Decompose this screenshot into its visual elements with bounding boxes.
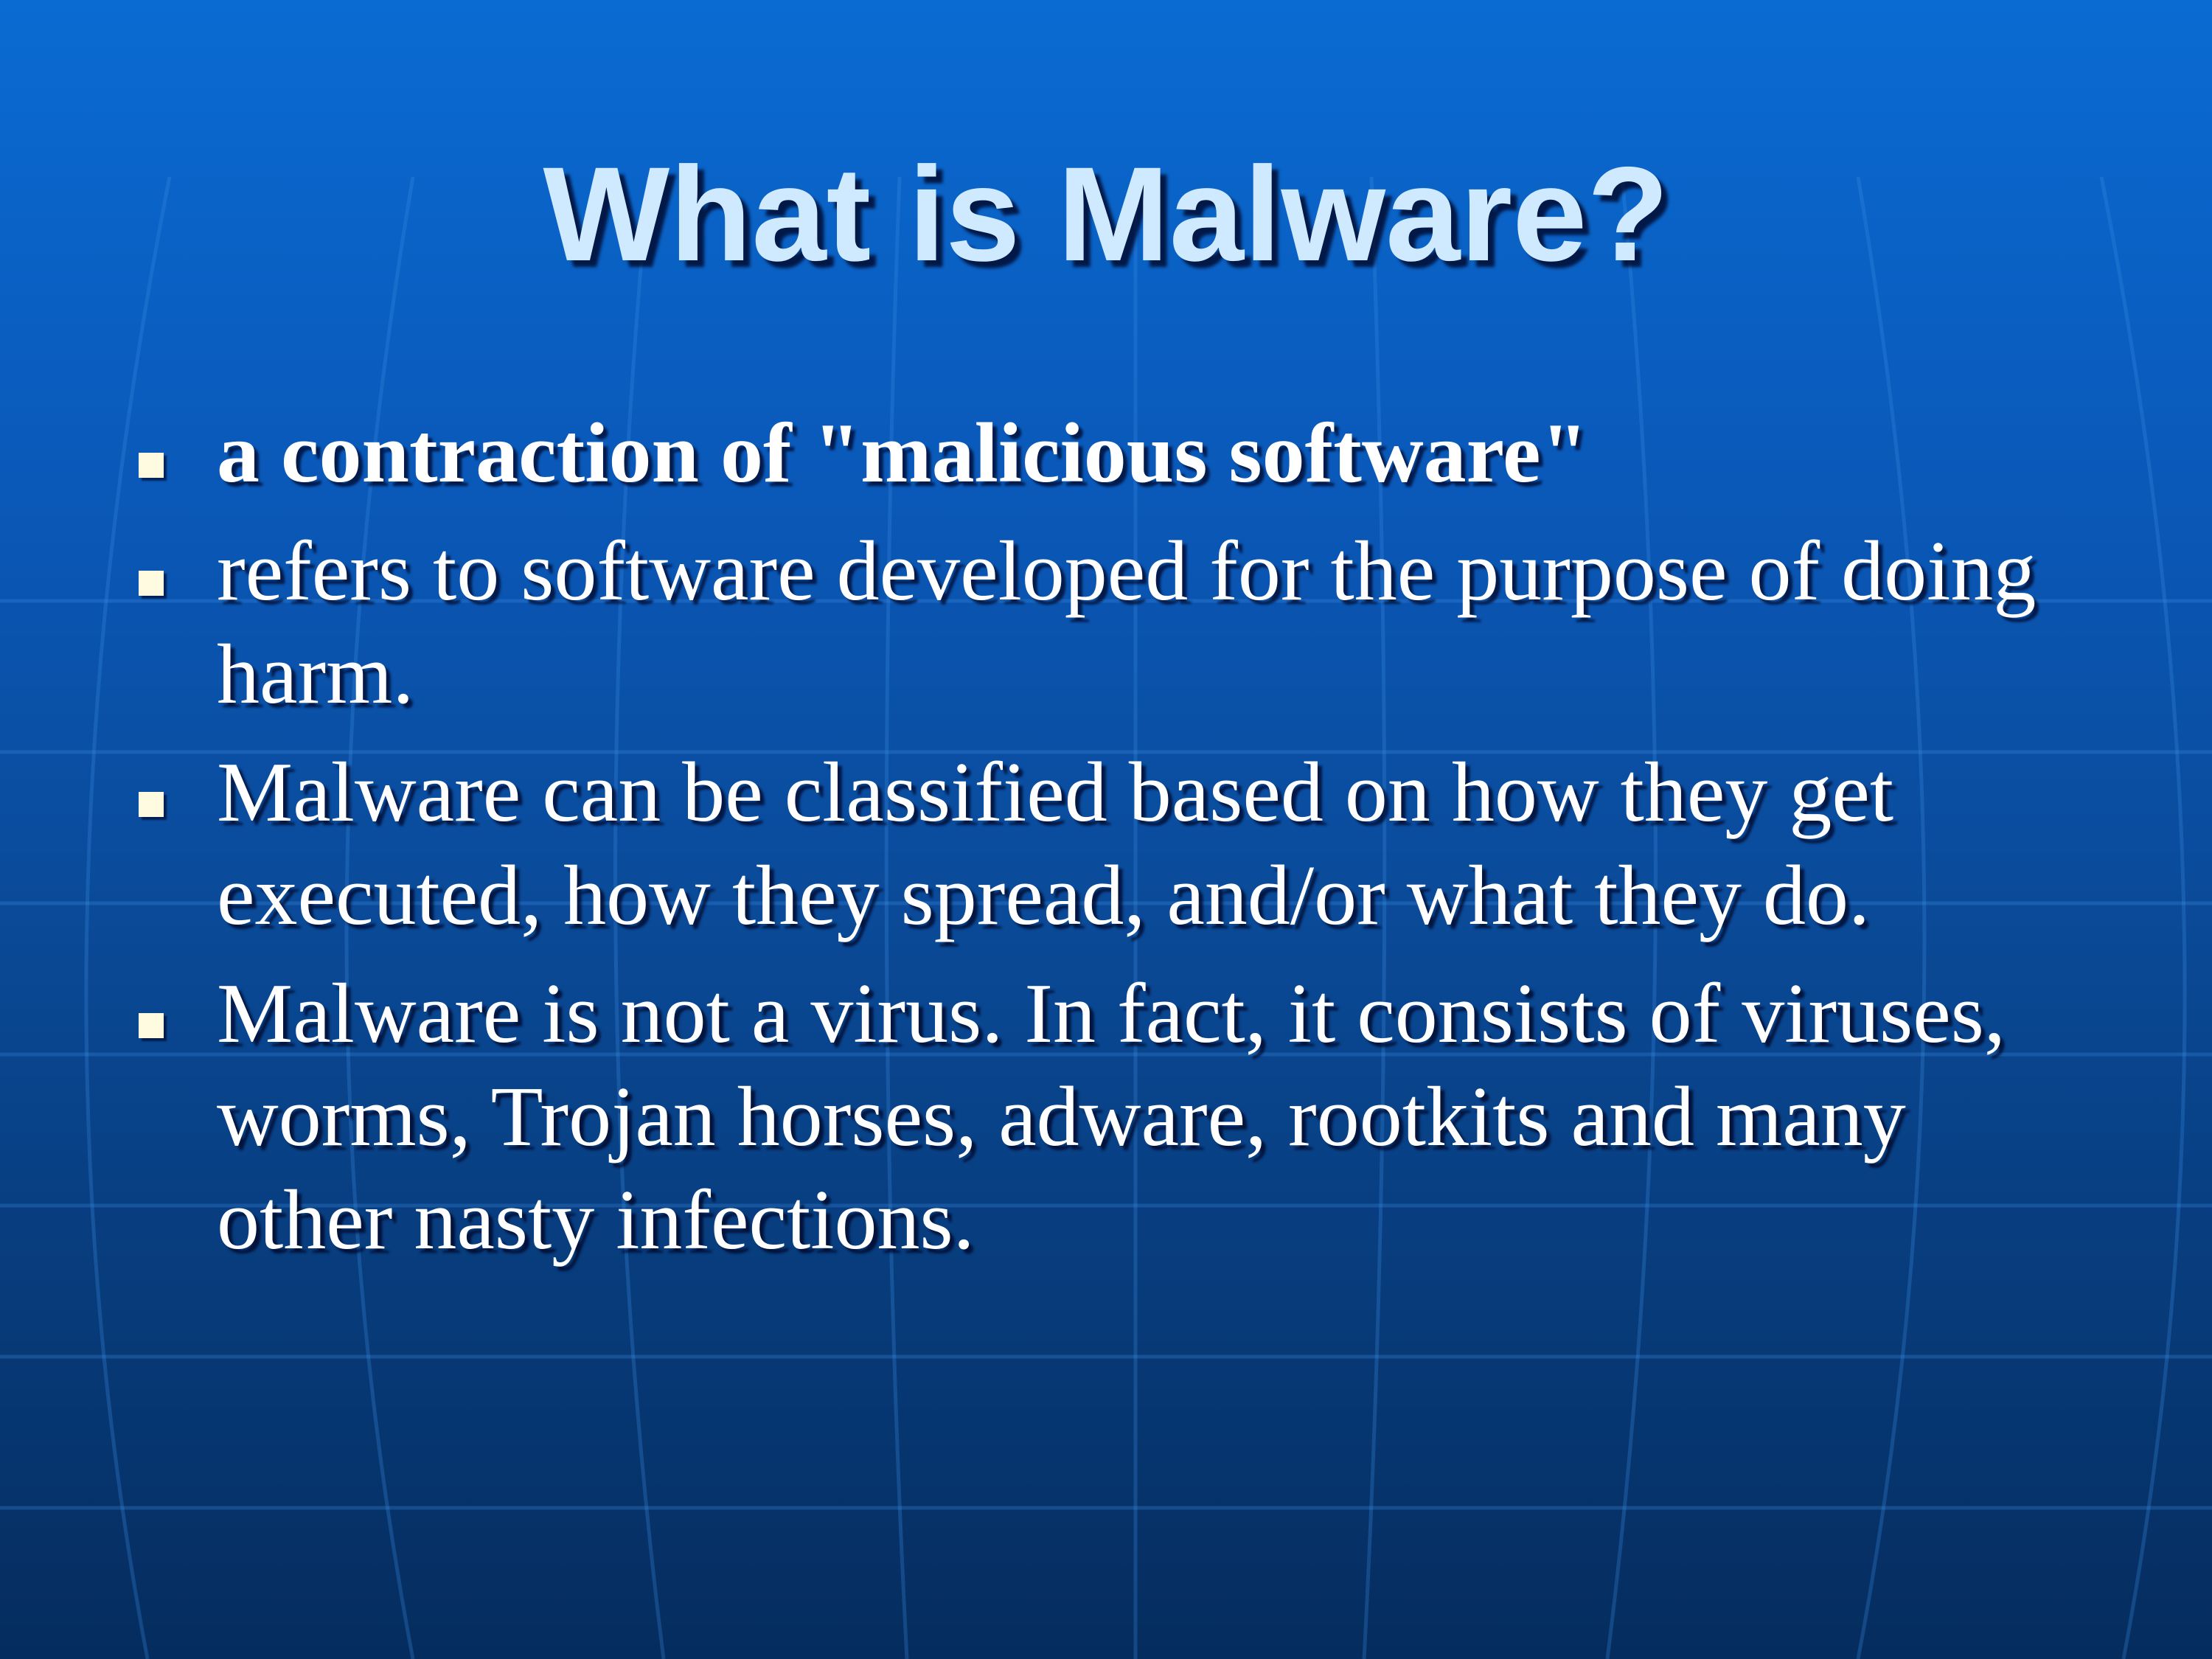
bullet-text: Malware can be classified based on how t…	[217, 745, 1894, 943]
bullet-text: Malware is not a virus. In fact, it cons…	[217, 967, 2006, 1267]
square-bullet-icon	[139, 792, 164, 817]
bullet-item: a contraction of "malicious software"	[133, 402, 2094, 505]
square-bullet-icon	[139, 571, 164, 596]
bullet-text: a contraction of "malicious software"	[217, 406, 1588, 501]
bullet-item: Malware can be classified based on how t…	[133, 741, 2094, 947]
slide-title: What is Malware?	[543, 139, 1669, 289]
bullet-item: Malware is not a virus. In fact, it cons…	[133, 962, 2094, 1272]
bullet-item: refers to software developed for the pur…	[133, 520, 2094, 726]
slide: What is Malware? a contraction of "malic…	[0, 0, 2212, 1659]
square-bullet-icon	[139, 1013, 164, 1038]
square-bullet-icon	[139, 453, 164, 478]
bullet-list: a contraction of "malicious software" re…	[133, 402, 2094, 1287]
bullet-text: refers to software developed for the pur…	[217, 524, 2037, 722]
